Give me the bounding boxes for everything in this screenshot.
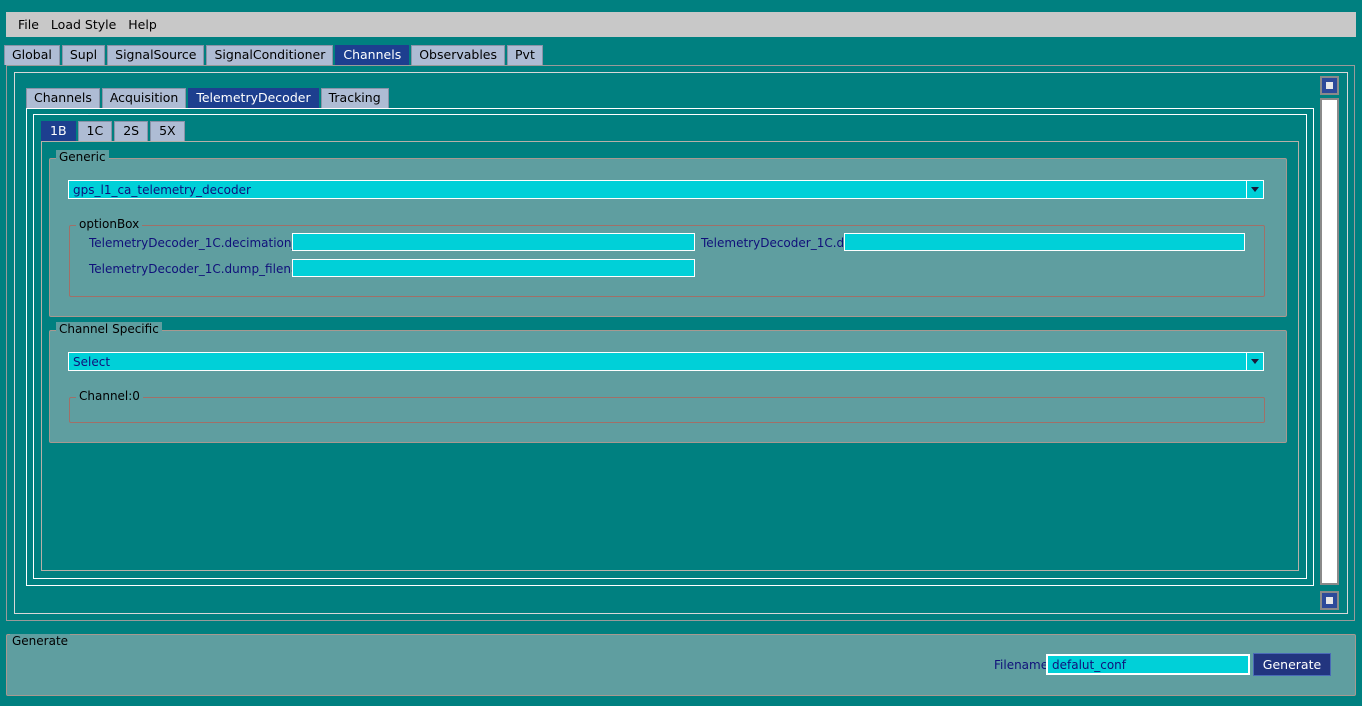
menu-item-file[interactable]: File [14,15,47,35]
signal-tab-bar: 1B 1C 2S 5X [41,121,187,141]
dump-filename-input[interactable] [292,259,695,277]
section-tab-bar: Channels Acquisition TelemetryDecoder Tr… [26,88,391,108]
tab-signal-2s[interactable]: 2S [114,121,149,141]
telemetry-decoder-combo-value: gps_l1_ca_telemetry_decoder [73,182,251,197]
dump-filename-label: TelemetryDecoder_1C.dump_filename [89,262,318,276]
channel-select-combo[interactable]: Select [68,352,1264,371]
optionbox-group-title: optionBox [76,217,143,231]
tab-supl[interactable]: Supl [61,45,106,65]
menu-item-load-style[interactable]: Load Style [47,15,124,35]
channel-specific-group: Channel Specific [49,322,1287,443]
menu-bar: File Load Style Help [6,12,1356,37]
scroll-up-button[interactable] [1320,76,1339,95]
generate-group-title: Generate [10,634,71,648]
scrollbar-track[interactable] [1320,98,1339,585]
channel-0-group-title: Channel:0 [76,389,143,403]
menu-item-help[interactable]: Help [124,15,165,35]
scroll-up-icon [1326,82,1333,89]
tab-section-tracking[interactable]: Tracking [320,88,389,108]
scroll-down-button[interactable] [1320,591,1339,610]
generate-button[interactable]: Generate [1253,653,1331,676]
vertical-scrollbar[interactable] [1319,76,1341,610]
tab-section-telemetrydecoder[interactable]: TelemetryDecoder [188,88,319,108]
scroll-down-icon [1326,597,1333,604]
filename-label: Filename: [994,658,1053,672]
tab-signalconditioner[interactable]: SignalConditioner [206,45,334,65]
tab-signalsource[interactable]: SignalSource [107,45,205,65]
telemetry-decoder-combo[interactable]: gps_l1_ca_telemetry_decoder [68,180,1264,199]
main-tab-bar: Global Supl SignalSource SignalCondition… [4,45,545,65]
tab-signal-1b[interactable]: 1B [41,121,76,141]
generic-group-title: Generic [56,150,109,164]
filename-input[interactable]: defalut_conf [1046,654,1250,675]
tab-section-channels[interactable]: Channels [26,88,100,108]
decimation-factor-input[interactable] [292,233,695,251]
tab-signal-1c[interactable]: 1C [77,121,113,141]
tab-section-acquisition[interactable]: Acquisition [101,88,187,108]
tab-channels[interactable]: Channels [335,45,410,65]
dump-input[interactable] [844,233,1245,251]
channel-select-combo-value: Select [73,354,111,369]
chevron-down-icon[interactable] [1246,181,1263,198]
tab-pvt[interactable]: Pvt [507,45,543,65]
chevron-down-icon[interactable] [1246,353,1263,370]
tab-signal-5x[interactable]: 5X [150,121,185,141]
tab-observables[interactable]: Observables [411,45,506,65]
channel-specific-group-title: Channel Specific [56,322,162,336]
channel-0-group: Channel:0 [69,389,1265,423]
tab-global[interactable]: Global [4,45,60,65]
